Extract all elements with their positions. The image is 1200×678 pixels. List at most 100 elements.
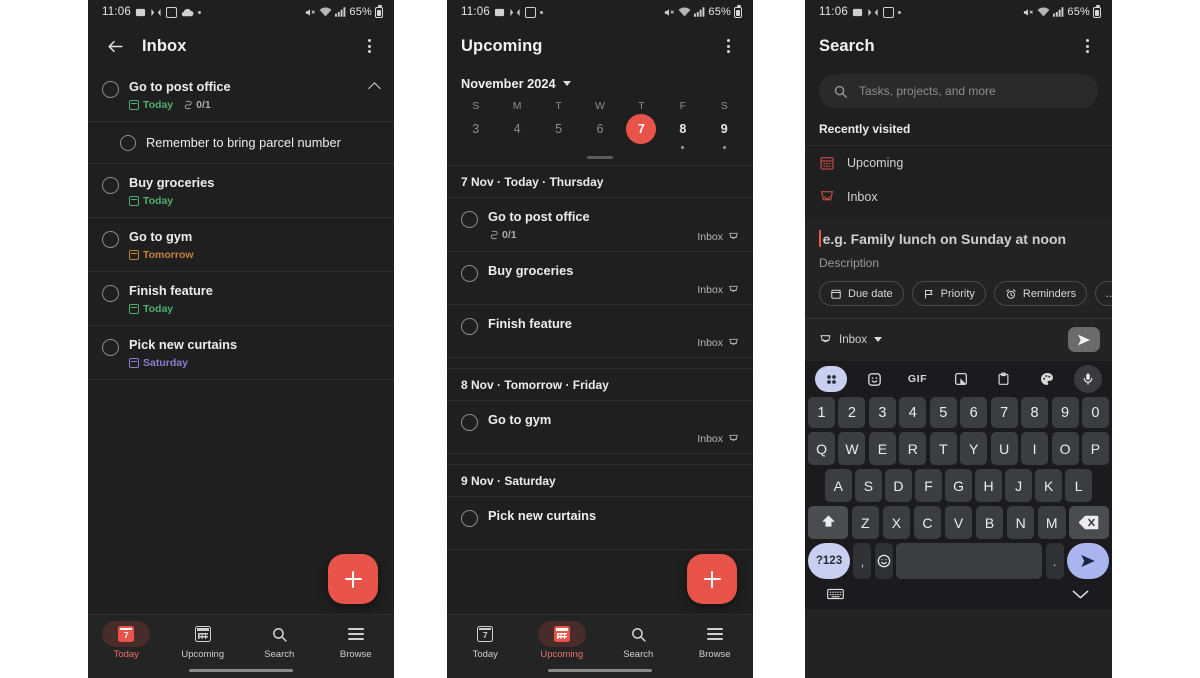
theme-icon[interactable]: [1025, 371, 1068, 387]
recently-visited-item-upcoming[interactable]: Upcoming: [805, 146, 1112, 180]
nav-item-search[interactable]: Search: [600, 624, 677, 660]
comma-key[interactable]: ,: [853, 543, 872, 579]
calendar-drag-handle[interactable]: [447, 149, 753, 165]
key-t[interactable]: T: [929, 432, 957, 465]
key-c[interactable]: C: [913, 506, 942, 539]
key-b[interactable]: B: [975, 506, 1004, 539]
overflow-menu-icon[interactable]: [715, 33, 741, 59]
nav-item-browse[interactable]: Browse: [318, 624, 395, 660]
key-0[interactable]: 0: [1081, 397, 1109, 428]
due-date-chip-button[interactable]: Due date: [819, 281, 904, 306]
date-cell[interactable]: 8: [662, 114, 703, 149]
key-m[interactable]: M: [1037, 506, 1066, 539]
gif-icon[interactable]: GIF: [896, 373, 939, 385]
key-i[interactable]: I: [1021, 432, 1049, 465]
search-input[interactable]: Tasks, projects, and more: [819, 74, 1098, 108]
period-key[interactable]: .: [1045, 543, 1064, 579]
symbols-key[interactable]: ?123: [808, 543, 850, 579]
key-x[interactable]: X: [882, 506, 911, 539]
key-4[interactable]: 4: [899, 397, 927, 428]
task-checkbox[interactable]: [461, 264, 478, 282]
task-checkbox[interactable]: [102, 81, 119, 98]
nav-item-today[interactable]: 7 Today: [447, 624, 524, 660]
key-d[interactable]: D: [885, 469, 912, 502]
task-row[interactable]: Go to gym Tomorrow: [88, 218, 394, 272]
quick-add-task-input[interactable]: e.g. Family lunch on Sunday at noon: [805, 218, 1112, 249]
sticker-icon[interactable]: [853, 371, 896, 388]
key-y[interactable]: Y: [960, 432, 988, 465]
submit-task-button[interactable]: [1068, 327, 1100, 352]
add-task-fab[interactable]: [328, 554, 378, 604]
key-8[interactable]: 8: [1021, 397, 1049, 428]
task-checkbox[interactable]: [102, 230, 119, 248]
task-checkbox[interactable]: [461, 317, 478, 335]
enter-send-icon[interactable]: [1067, 543, 1109, 579]
more-options-chip-button[interactable]: …: [1095, 281, 1112, 306]
key-a[interactable]: A: [825, 469, 852, 502]
key-q[interactable]: Q: [808, 432, 836, 465]
date-cell[interactable]: 3: [455, 114, 496, 149]
task-checkbox[interactable]: [102, 284, 119, 302]
key-z[interactable]: Z: [851, 506, 880, 539]
priority-chip-button[interactable]: Priority: [911, 281, 986, 306]
month-selector[interactable]: November 2024: [447, 68, 753, 93]
quick-add-description-input[interactable]: Description: [805, 249, 1112, 270]
key-e[interactable]: E: [868, 432, 896, 465]
task-row[interactable]: Buy groceries Today: [88, 164, 394, 218]
key-o[interactable]: O: [1051, 432, 1079, 465]
key-n[interactable]: N: [1006, 506, 1035, 539]
keyboard-switch-icon[interactable]: [827, 588, 844, 600]
task-row[interactable]: Pick new curtains: [447, 497, 753, 550]
task-row[interactable]: Go to post office Today 0/1: [88, 68, 394, 122]
reminders-chip-button[interactable]: Reminders: [993, 281, 1088, 306]
task-row[interactable]: Finish feature Today: [88, 272, 394, 326]
task-row[interactable]: Go to post office 0/1 Inbox: [447, 198, 753, 252]
key-9[interactable]: 9: [1051, 397, 1079, 428]
task-checkbox[interactable]: [120, 134, 136, 151]
nav-item-upcoming[interactable]: Upcoming: [524, 624, 601, 660]
task-row[interactable]: Go to gym Inbox: [447, 401, 753, 454]
nav-item-browse[interactable]: Browse: [677, 624, 754, 660]
key-v[interactable]: V: [944, 506, 973, 539]
key-k[interactable]: K: [1035, 469, 1062, 502]
task-checkbox[interactable]: [461, 211, 478, 228]
key-g[interactable]: G: [945, 469, 972, 502]
key-r[interactable]: R: [899, 432, 927, 465]
date-cell[interactable]: 6: [579, 114, 620, 149]
key-j[interactable]: J: [1005, 469, 1032, 502]
key-2[interactable]: 2: [838, 397, 866, 428]
nav-item-search[interactable]: Search: [241, 624, 318, 660]
key-s[interactable]: S: [855, 469, 882, 502]
add-task-fab[interactable]: [687, 554, 737, 604]
task-checkbox[interactable]: [102, 338, 119, 356]
key-6[interactable]: 6: [960, 397, 988, 428]
key-5[interactable]: 5: [929, 397, 957, 428]
emoji-icon[interactable]: [874, 543, 893, 579]
clipboard-icon[interactable]: [982, 371, 1025, 387]
key-3[interactable]: 3: [868, 397, 896, 428]
translate-icon[interactable]: [939, 371, 982, 387]
task-row[interactable]: Buy groceries Inbox: [447, 252, 753, 305]
nav-item-upcoming[interactable]: Upcoming: [165, 624, 242, 660]
project-selector[interactable]: Inbox: [819, 333, 883, 346]
date-cell[interactable]: 9: [704, 114, 745, 149]
shift-icon[interactable]: [808, 506, 849, 539]
key-w[interactable]: W: [838, 432, 866, 465]
chevron-down-icon[interactable]: [1071, 588, 1090, 601]
key-1[interactable]: 1: [808, 397, 836, 428]
overflow-menu-icon[interactable]: [356, 33, 382, 59]
key-h[interactable]: H: [975, 469, 1002, 502]
task-checkbox[interactable]: [102, 176, 119, 194]
key-f[interactable]: F: [915, 469, 942, 502]
key-p[interactable]: P: [1081, 432, 1109, 465]
task-row[interactable]: Pick new curtains Saturday: [88, 326, 394, 380]
task-row[interactable]: Remember to bring parcel number: [88, 122, 394, 164]
nav-item-today[interactable]: 7 Today: [88, 624, 165, 660]
date-cell-selected[interactable]: 7: [621, 114, 662, 149]
key-u[interactable]: U: [990, 432, 1018, 465]
back-arrow-icon[interactable]: [102, 33, 128, 59]
space-key[interactable]: [896, 543, 1043, 579]
backspace-icon[interactable]: [1068, 506, 1110, 539]
task-checkbox[interactable]: [461, 413, 478, 431]
apps-grid-icon[interactable]: [815, 366, 847, 392]
